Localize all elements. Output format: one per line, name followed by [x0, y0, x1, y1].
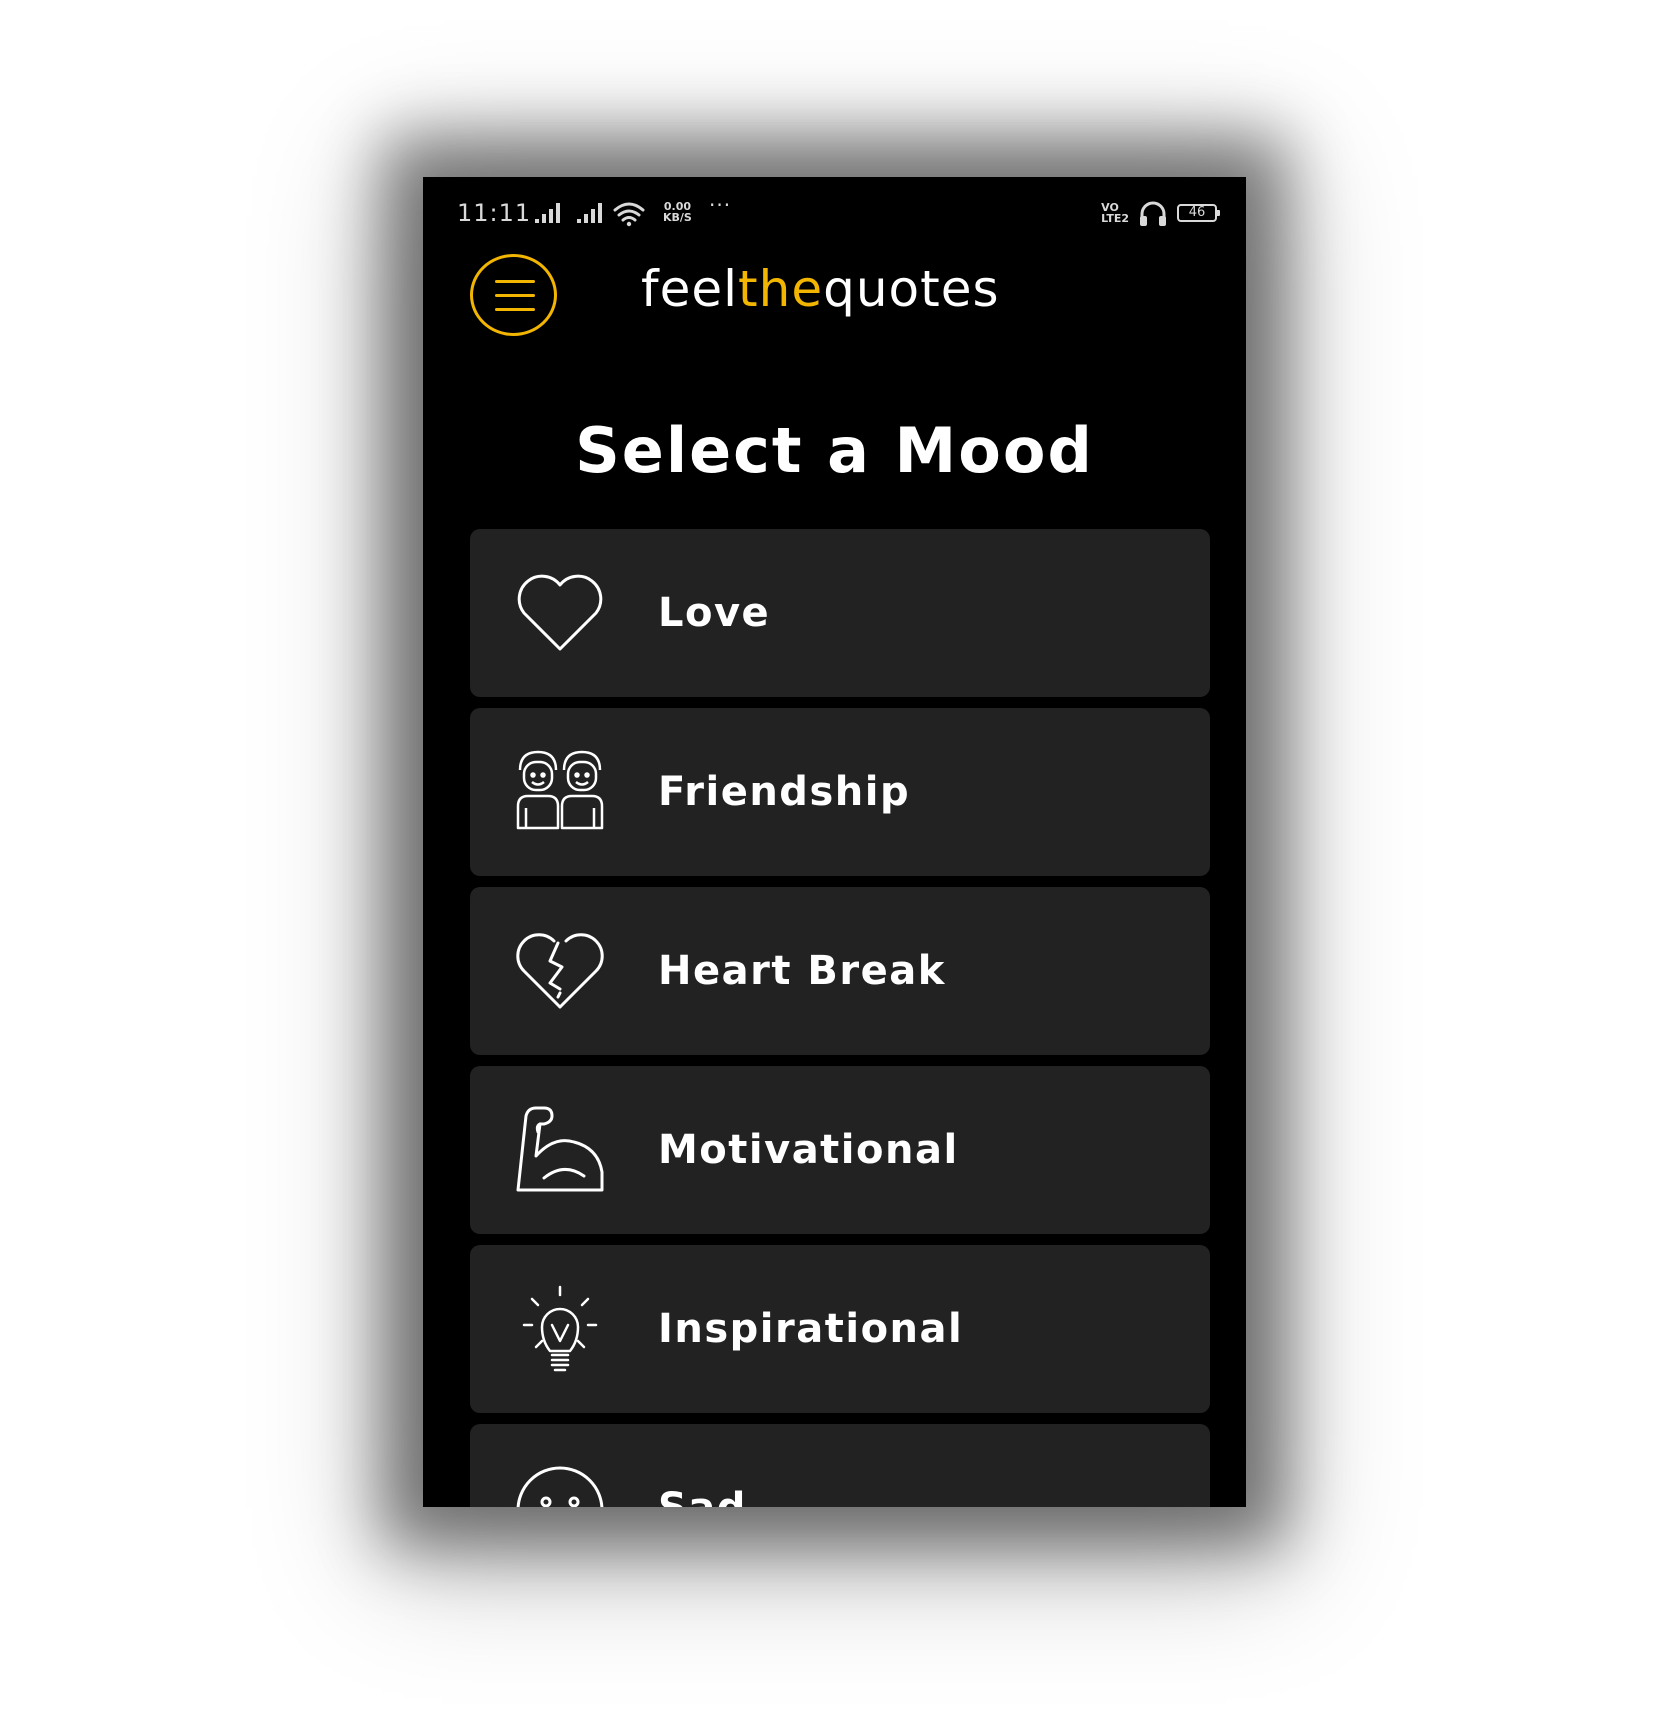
mood-item-friendship[interactable]: Friendship: [470, 708, 1210, 876]
mood-label: Heart Break: [658, 948, 946, 994]
menu-bar-line: [495, 280, 535, 283]
headphones-icon: [1140, 201, 1166, 226]
app-title-part-the: the: [738, 260, 824, 318]
mood-item-motivational[interactable]: Motivational: [470, 1066, 1210, 1234]
status-time: 11:11: [457, 199, 532, 227]
mood-label: Love: [658, 590, 771, 636]
mood-item-heart-break[interactable]: Heart Break: [470, 887, 1210, 1055]
network-speed: 0.00 KB/S: [663, 201, 692, 223]
menu-button[interactable]: [470, 254, 557, 336]
app-title-part-quotes: quotes: [823, 260, 1000, 318]
page-title: Select a Mood: [575, 414, 1094, 487]
mood-item-sad[interactable]: Sad: [470, 1424, 1210, 1507]
mood-item-love[interactable]: Love: [470, 529, 1210, 697]
flexed-arm-icon: [514, 1106, 606, 1194]
menu-bar-line: [495, 308, 535, 311]
battery-icon: 46: [1177, 204, 1220, 222]
volte-bottom: LTE2: [1101, 212, 1129, 225]
lightbulb-icon: [514, 1285, 606, 1373]
mood-list: Love Friendship Heart Break Motivational…: [470, 529, 1210, 1507]
mood-label: Sad: [658, 1484, 747, 1507]
broken-heart-icon: [514, 927, 606, 1015]
signal-icons: [535, 202, 645, 227]
network-speed-unit: KB/S: [663, 211, 692, 224]
more-notifications-icon: ···: [709, 193, 732, 217]
mood-label: Motivational: [658, 1127, 959, 1173]
app-title: feelthequotes: [641, 259, 1000, 319]
volte-indicator: VO LTE2: [1101, 202, 1129, 224]
heart-icon: [514, 569, 606, 657]
signal-strength-2-icon: [577, 203, 602, 223]
wifi-icon: [613, 202, 645, 222]
signal-strength-icon: [535, 203, 560, 223]
status-bar: 11:11 0.00 KB/S ··· VO LTE2 46: [423, 177, 1246, 247]
app-title-part-feel: feel: [641, 260, 739, 318]
mood-label: Friendship: [658, 769, 911, 815]
menu-bar-line: [495, 294, 535, 297]
mood-item-inspirational[interactable]: Inspirational: [470, 1245, 1210, 1413]
sad-face-icon: [514, 1464, 606, 1507]
friends-icon: [514, 748, 606, 836]
mood-label: Inspirational: [658, 1306, 964, 1352]
phone-screen: 11:11 0.00 KB/S ··· VO LTE2 46 feelthequ…: [423, 177, 1246, 1507]
